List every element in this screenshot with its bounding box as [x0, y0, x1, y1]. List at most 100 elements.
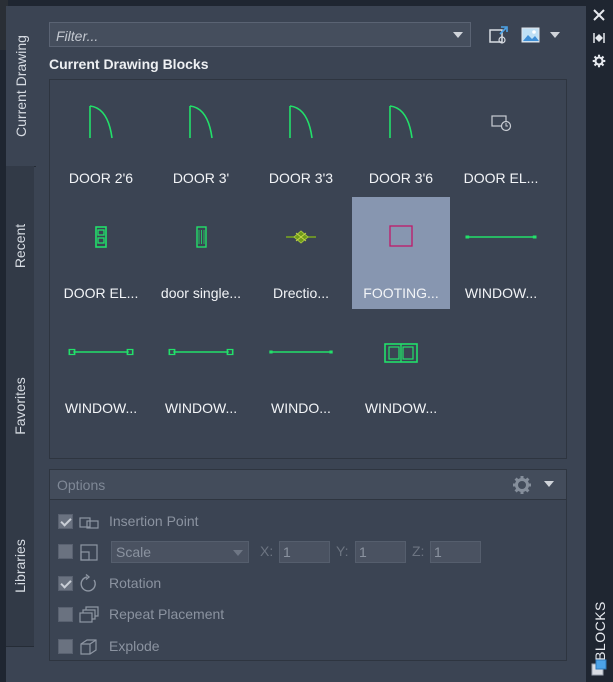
block-label: DOOR EL...: [63, 285, 139, 301]
tab-label: Favorites: [12, 377, 29, 435]
direction-icon: [286, 230, 316, 244]
window-icon: [68, 348, 134, 356]
tab-favorites[interactable]: Favorites: [6, 326, 34, 487]
explode-icon: [80, 639, 97, 655]
palette-title-bar: [586, 0, 613, 682]
block-tile[interactable]: DOOR 2'6: [52, 82, 150, 194]
gear-icon[interactable]: [512, 475, 532, 495]
door-swing-icon: [289, 105, 313, 139]
tab-current-drawing[interactable]: Current Drawing: [6, 6, 36, 167]
palette-icon-button[interactable]: [589, 658, 609, 678]
image-icon: [521, 27, 540, 43]
chevron-down-icon: [550, 32, 560, 38]
block-label: WINDOW...: [364, 400, 438, 416]
blocks-palette-icon: [591, 659, 607, 676]
rotation-icon: [80, 574, 96, 592]
door-swing-icon: [189, 105, 213, 139]
block-label: WINDOW...: [164, 400, 238, 416]
block-tile[interactable]: DOOR 3'3: [252, 82, 350, 194]
tab-label: Libraries: [12, 539, 29, 593]
insert-block-icon: [489, 26, 508, 44]
options-header[interactable]: Options: [50, 470, 566, 500]
scale-select-value: Scale: [116, 544, 152, 560]
block-tile[interactable]: DOOR 3'6: [352, 82, 450, 194]
properties-button[interactable]: [590, 52, 608, 70]
block-label: DOOR 2'6: [68, 170, 134, 186]
chevron-down-icon[interactable]: [544, 481, 554, 487]
scale-z-input[interactable]: 1: [430, 541, 481, 563]
scale-y-label: Y:: [336, 543, 349, 559]
rotation-label: Rotation: [109, 575, 162, 591]
block-tile[interactable]: WINDOW...: [452, 197, 550, 309]
door-elevation-icon: [491, 115, 512, 132]
insertion-point-label: Insertion Point: [109, 513, 199, 529]
door-swing-icon: [89, 105, 113, 139]
scale-icon: [80, 544, 98, 561]
scale-y-input[interactable]: 1: [355, 541, 406, 563]
tab-recent[interactable]: Recent: [6, 166, 34, 327]
palette-tabs: Current Drawing Recent Favorites Librari…: [6, 6, 36, 647]
explode-label: Explode: [109, 638, 160, 654]
close-button[interactable]: [590, 6, 608, 24]
close-icon: [593, 9, 605, 21]
block-label: DOOR 3'6: [368, 170, 434, 186]
repeat-placement-label: Repeat Placement: [109, 606, 225, 622]
scale-checkbox[interactable]: [58, 544, 73, 559]
explode-checkbox[interactable]: [58, 639, 73, 654]
thumbnail-view-button[interactable]: [519, 24, 543, 46]
door-single-icon: [196, 226, 207, 248]
block-tile[interactable]: DOOR 3': [152, 82, 250, 194]
gear-icon: [592, 54, 606, 68]
filter-dropdown-button[interactable]: [450, 23, 466, 46]
section-title: Current Drawing Blocks: [49, 56, 209, 72]
filter-combo[interactable]: [49, 22, 471, 48]
scale-x-input[interactable]: 1: [279, 541, 330, 563]
repeat-placement-checkbox[interactable]: [58, 607, 73, 622]
browse-block-button[interactable]: [487, 24, 511, 46]
block-label: FOOTING...: [363, 285, 439, 301]
block-tile[interactable]: Drectio...: [252, 197, 350, 309]
option-explode: Explode: [58, 636, 558, 658]
window-icon: [168, 348, 234, 356]
rotation-checkbox[interactable]: [58, 576, 73, 591]
block-tile[interactable]: DOOR EL...: [52, 197, 150, 309]
block-label: Drectio...: [272, 285, 329, 301]
scale-select[interactable]: Scale: [111, 541, 249, 563]
block-label: WINDOW...: [464, 285, 538, 301]
options-title: Options: [57, 477, 106, 493]
insertion-point-icon: [79, 517, 99, 529]
tab-label: Current Drawing: [13, 35, 29, 137]
chevron-down-icon: [453, 31, 463, 38]
block-tile[interactable]: DOOR EL...: [452, 82, 550, 194]
option-repeat-placement: Repeat Placement: [58, 604, 558, 626]
block-tile[interactable]: door single...: [152, 197, 250, 309]
block-label: WINDO...: [271, 400, 331, 416]
option-rotation: Rotation: [58, 573, 558, 595]
block-label: DOOR 3'3: [268, 170, 334, 186]
filter-input[interactable]: [54, 23, 448, 48]
blocks-grid: DOOR 2'6 DOOR 3' DOOR 3'3 DOOR 3'6 DOOR …: [49, 79, 567, 459]
autohide-button[interactable]: [590, 29, 608, 47]
palette-title-text: BLOCKS: [592, 601, 608, 661]
options-panel: Options Insertion Point Scale X: 1 Y: 1 …: [49, 469, 567, 661]
block-tile[interactable]: WINDOW...: [352, 312, 450, 424]
option-insertion-point: Insertion Point: [58, 511, 558, 533]
palette-title: BLOCKS: [588, 601, 612, 661]
footing-icon: [389, 225, 413, 247]
block-label: DOOR EL...: [463, 170, 539, 186]
block-tile[interactable]: WINDOW...: [52, 312, 150, 424]
repeat-placement-icon: [79, 606, 99, 623]
autohide-icon: [593, 33, 605, 43]
tab-libraries[interactable]: Libraries: [6, 486, 34, 647]
tab-label: Recent: [12, 223, 29, 269]
block-tile[interactable]: WINDO...: [252, 312, 350, 424]
block-tile[interactable]: WINDOW...: [152, 312, 250, 424]
window-double-icon: [384, 343, 418, 363]
insertion-point-checkbox[interactable]: [58, 514, 73, 529]
scale-z-label: Z:: [412, 543, 425, 559]
block-label: door single...: [160, 285, 242, 301]
door-panel-icon: [95, 226, 107, 248]
view-menu-button[interactable]: [548, 28, 562, 42]
window-line-icon: [269, 350, 333, 354]
block-tile-selected[interactable]: FOOTING...: [352, 197, 450, 309]
